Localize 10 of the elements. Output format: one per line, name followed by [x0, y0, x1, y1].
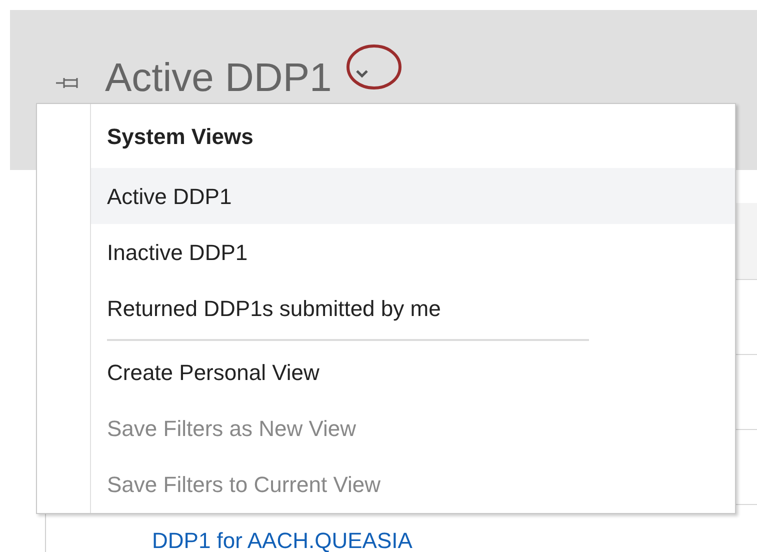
view-title: Active DDP1: [105, 55, 332, 102]
menu-heading: System Views: [107, 122, 254, 151]
menu-item[interactable]: Active DDP1: [91, 168, 735, 224]
pin-icon[interactable]: [55, 76, 81, 90]
menu-item[interactable]: Create Personal View: [91, 344, 735, 400]
menu-item[interactable]: Returned DDP1s submitted by me: [91, 280, 735, 336]
highlight-circle: [346, 44, 402, 90]
chevron-down-icon[interactable]: [356, 70, 368, 79]
record-link[interactable]: DDP1 for AACH.QUEASIA: [152, 528, 412, 552]
menu-item[interactable]: Inactive DDP1: [91, 224, 735, 280]
